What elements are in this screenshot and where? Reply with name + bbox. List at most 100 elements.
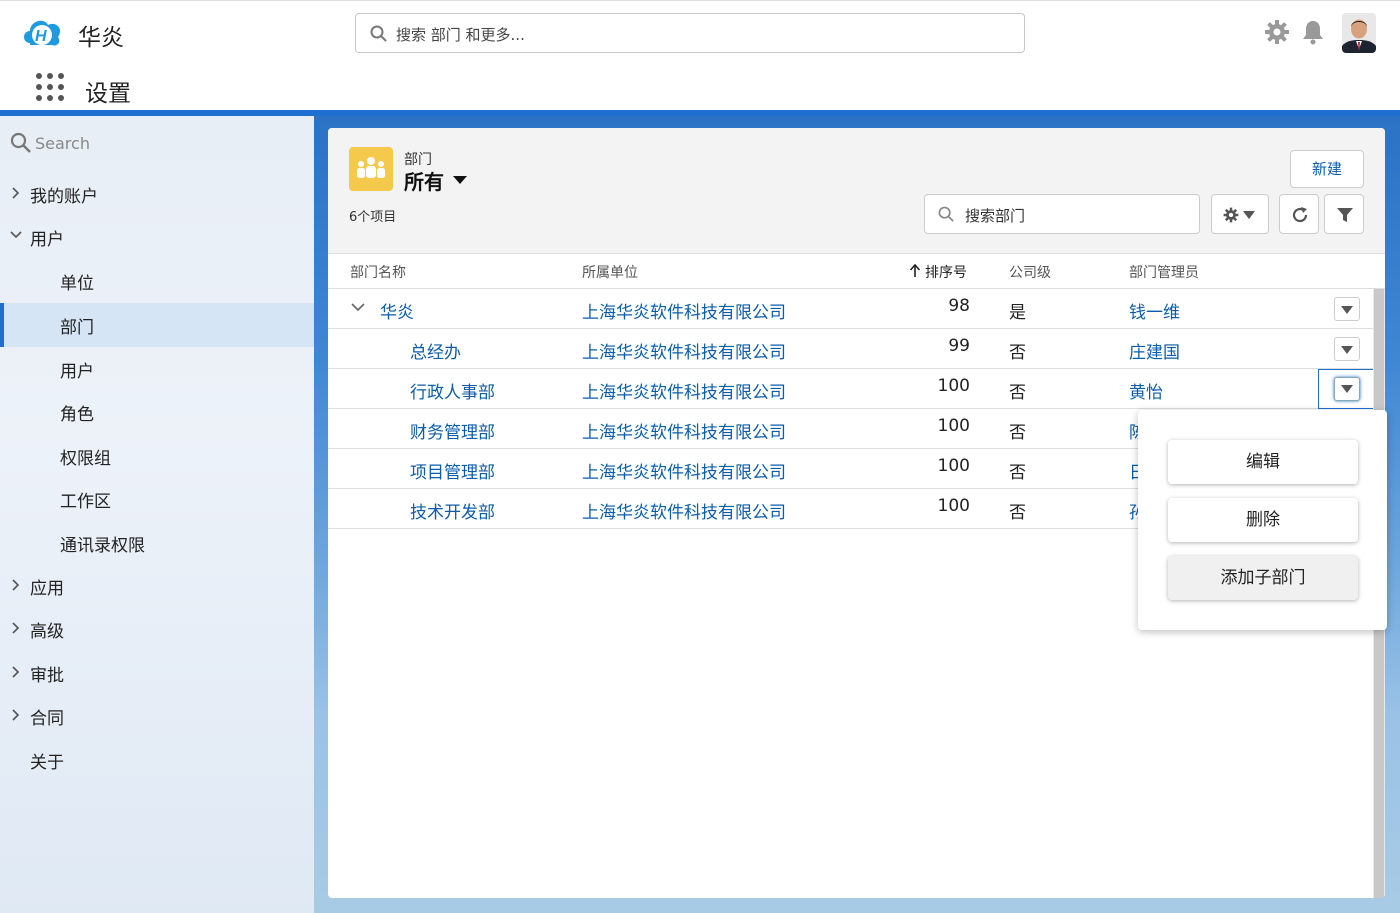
menu-item-delete[interactable]: 删除 bbox=[1168, 498, 1358, 542]
department-name-link[interactable]: 财务管理部 bbox=[410, 418, 495, 443]
unit-link[interactable]: 上海华炎软件科技有限公司 bbox=[582, 418, 786, 443]
row-actions-menu: 编辑 删除 添加子部门 bbox=[1138, 410, 1387, 630]
sidebar-item-advanced[interactable]: 高级 bbox=[0, 607, 314, 650]
company-level: 否 bbox=[1009, 423, 1026, 443]
app-launcher-icon[interactable] bbox=[36, 73, 64, 101]
manager-link[interactable]: 钱一维 bbox=[1129, 298, 1180, 323]
sidebar-item-label: 通讯录权限 bbox=[60, 536, 145, 556]
sidebar-item-label: 单位 bbox=[60, 274, 94, 294]
department-name-link[interactable]: 技术开发部 bbox=[410, 498, 495, 523]
unit-link[interactable]: 上海华炎软件科技有限公司 bbox=[582, 338, 786, 363]
row-actions-button-focused[interactable] bbox=[1318, 369, 1376, 409]
settings-sidebar: Search 我的账户 用户 单位 部门 用户 角色 权限组 工作区 通讯录权限… bbox=[0, 116, 314, 913]
list-search-input[interactable]: 搜索部门 bbox=[924, 194, 1200, 234]
chevron-right-icon bbox=[12, 187, 20, 199]
list-view-header: 部门 所有 6个项目 新建 搜索部门 bbox=[328, 128, 1385, 254]
sidebar-item-my-account[interactable]: 我的账户 bbox=[0, 172, 314, 215]
company-level: 否 bbox=[1009, 463, 1026, 483]
new-button[interactable]: 新建 bbox=[1290, 150, 1364, 188]
search-icon bbox=[370, 25, 387, 42]
sidebar-item-about[interactable]: 关于 bbox=[0, 738, 314, 781]
search-icon bbox=[938, 206, 954, 222]
sidebar-item-label: 关于 bbox=[30, 753, 64, 773]
global-header: H 华炎 搜索 部门 和更多... bbox=[0, 0, 1400, 66]
sidebar-item-label: 工作区 bbox=[60, 492, 111, 512]
sidebar-item-workspace[interactable]: 工作区 bbox=[0, 477, 314, 520]
sidebar-search-placeholder: Search bbox=[35, 134, 90, 153]
sidebar-item-units[interactable]: 单位 bbox=[0, 259, 314, 302]
user-avatar[interactable] bbox=[1342, 13, 1376, 53]
table-row: 行政人事部 上海华炎软件科技有限公司 100 否 黄怡 bbox=[328, 369, 1376, 409]
caret-down-icon bbox=[1341, 346, 1353, 354]
sort-number: 100 bbox=[937, 416, 970, 436]
chevron-down-icon bbox=[10, 231, 22, 239]
sidebar-item-label: 权限组 bbox=[60, 449, 111, 469]
column-header-unit[interactable]: 所属单位 bbox=[582, 262, 638, 282]
caret-down-icon[interactable] bbox=[452, 175, 468, 185]
sidebar-item-contacts-permission[interactable]: 通讯录权限 bbox=[0, 521, 314, 564]
sidebar-search-input[interactable]: Search bbox=[10, 132, 90, 158]
sort-number: 100 bbox=[937, 456, 970, 476]
sort-number: 100 bbox=[937, 376, 970, 396]
app-logo-icon[interactable]: H bbox=[20, 13, 64, 53]
gear-icon bbox=[1223, 207, 1239, 223]
sort-ascending-icon[interactable] bbox=[909, 264, 921, 278]
brand-name: 华炎 bbox=[78, 25, 124, 51]
sidebar-item-contract[interactable]: 合同 bbox=[0, 694, 314, 737]
manager-link[interactable]: 庄建国 bbox=[1129, 338, 1180, 363]
refresh-button[interactable] bbox=[1279, 194, 1319, 234]
unit-link[interactable]: 上海华炎软件科技有限公司 bbox=[582, 298, 786, 323]
column-header-sort[interactable]: 排序号 bbox=[925, 262, 967, 282]
filter-icon bbox=[1337, 208, 1353, 222]
sidebar-item-permission-sets[interactable]: 权限组 bbox=[0, 434, 314, 477]
list-view-selector[interactable]: 所有 bbox=[404, 166, 444, 195]
manager-link[interactable]: 黄怡 bbox=[1129, 378, 1163, 403]
column-header-name[interactable]: 部门名称 bbox=[350, 262, 406, 282]
company-level: 否 bbox=[1009, 383, 1026, 403]
department-name-link[interactable]: 行政人事部 bbox=[410, 378, 495, 403]
unit-link[interactable]: 上海华炎软件科技有限公司 bbox=[582, 498, 786, 523]
department-name-link[interactable]: 总经办 bbox=[410, 338, 461, 363]
unit-link[interactable]: 上海华炎软件科技有限公司 bbox=[582, 378, 786, 403]
global-search-input[interactable]: 搜索 部门 和更多... bbox=[355, 13, 1025, 53]
caret-down-icon bbox=[1341, 306, 1353, 314]
table-row: 总经办 上海华炎软件科技有限公司 99 否 庄建国 bbox=[328, 329, 1373, 369]
menu-item-edit[interactable]: 编辑 bbox=[1168, 440, 1358, 484]
sort-number: 98 bbox=[948, 296, 970, 316]
sidebar-item-roles[interactable]: 角色 bbox=[0, 390, 314, 433]
sidebar-item-users[interactable]: 用户 bbox=[0, 347, 314, 390]
unit-link[interactable]: 上海华炎软件科技有限公司 bbox=[582, 458, 786, 483]
company-level: 否 bbox=[1009, 503, 1026, 523]
sidebar-item-users-group[interactable]: 用户 bbox=[0, 215, 314, 258]
caret-down-icon bbox=[1341, 385, 1353, 393]
sidebar-item-label: 部门 bbox=[60, 318, 94, 338]
row-actions-button[interactable] bbox=[1334, 297, 1360, 321]
sidebar-item-label: 审批 bbox=[30, 666, 64, 686]
sidebar-item-label: 用户 bbox=[30, 230, 64, 250]
sidebar-item-label: 用户 bbox=[60, 362, 94, 382]
department-name-link[interactable]: 项目管理部 bbox=[410, 458, 495, 483]
company-level: 是 bbox=[1009, 303, 1026, 323]
refresh-icon bbox=[1292, 207, 1308, 223]
sidebar-item-label: 高级 bbox=[30, 622, 64, 642]
department-name-link[interactable]: 华炎 bbox=[380, 298, 414, 323]
filter-button[interactable] bbox=[1324, 194, 1364, 234]
sidebar-item-departments[interactable]: 部门 bbox=[0, 303, 314, 347]
gear-icon[interactable] bbox=[1264, 19, 1290, 45]
chevron-down-icon[interactable] bbox=[351, 302, 365, 312]
search-icon bbox=[10, 132, 31, 153]
sidebar-item-approval[interactable]: 审批 bbox=[0, 651, 314, 694]
chevron-right-icon bbox=[12, 709, 20, 721]
table-row: 华炎 上海华炎软件科技有限公司 98 是 钱一维 bbox=[328, 289, 1373, 329]
menu-item-add-child-department[interactable]: 添加子部门 bbox=[1168, 556, 1358, 600]
bell-icon[interactable] bbox=[1300, 19, 1326, 45]
sidebar-item-apps[interactable]: 应用 bbox=[0, 564, 314, 607]
column-header-manager[interactable]: 部门管理员 bbox=[1129, 262, 1199, 282]
chevron-right-icon bbox=[12, 622, 20, 634]
column-header-company[interactable]: 公司级 bbox=[1009, 262, 1051, 282]
row-actions-button[interactable] bbox=[1334, 337, 1360, 361]
list-search-placeholder: 搜索部门 bbox=[965, 207, 1026, 225]
table-header: 部门名称 所属单位 排序号 公司级 部门管理员 bbox=[328, 254, 1385, 289]
sidebar-item-label: 应用 bbox=[30, 579, 64, 599]
list-settings-button[interactable] bbox=[1211, 194, 1269, 234]
